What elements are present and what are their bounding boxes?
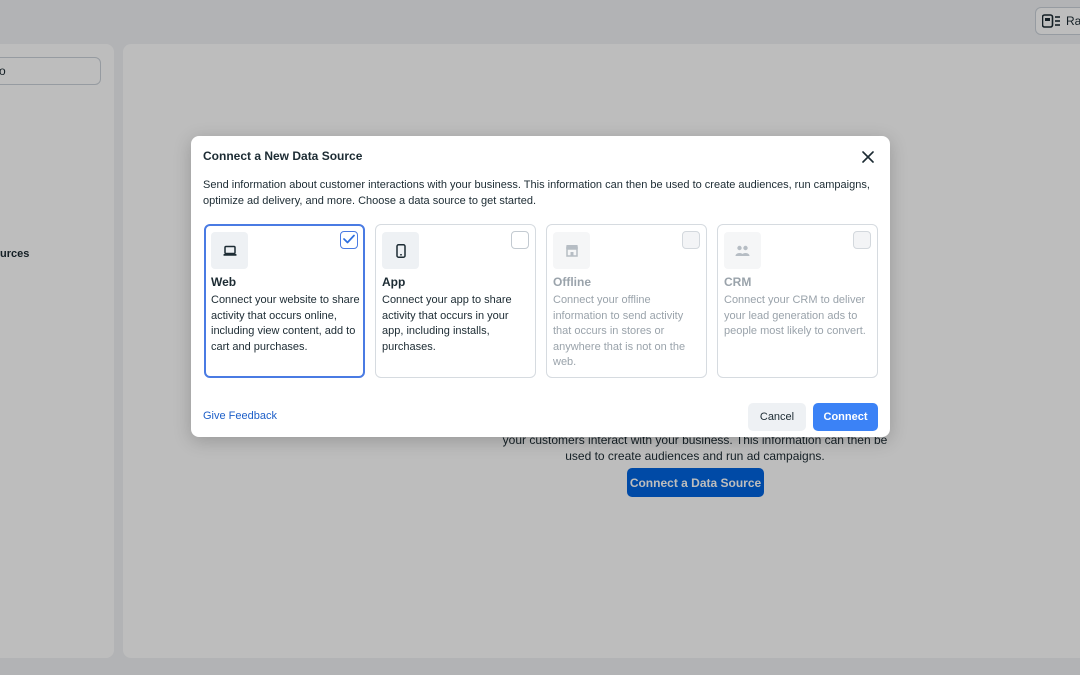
give-feedback-link[interactable]: Give Feedback [203, 410, 277, 422]
connect-data-source-dialog: Connect a New Data Source Send informati… [191, 136, 890, 437]
close-icon[interactable] [859, 148, 877, 166]
source-description: Connect your CRM to deliver your lead ge… [724, 294, 866, 337]
source-title: Web [211, 275, 237, 289]
source-card-crm[interactable]: CRM Connect your CRM to deliver your lea… [717, 224, 878, 378]
source-description: Connect your offline information to send… [553, 294, 686, 368]
source-description: Connect your website to share activity t… [211, 294, 360, 353]
source-title: App [382, 275, 406, 289]
dialog-description: Send information about customer interact… [203, 179, 870, 207]
source-title: CRM [724, 275, 752, 289]
people-icon [724, 232, 761, 269]
store-icon [553, 232, 590, 269]
laptop-icon [211, 232, 248, 269]
checkmark-icon [343, 231, 355, 249]
source-card-web[interactable]: Web Connect your website to share activi… [204, 224, 365, 378]
dialog-title: Connect a New Data Source [203, 149, 363, 163]
source-checkbox-web[interactable] [340, 231, 358, 249]
source-title: Offline [553, 275, 591, 289]
source-checkbox-app[interactable] [511, 231, 529, 249]
cancel-button[interactable]: Cancel [748, 403, 806, 431]
source-card-offline[interactable]: Offline Connect your offline information… [546, 224, 707, 378]
source-description: Connect your app to share activity that … [382, 294, 512, 353]
phone-icon [382, 232, 419, 269]
connect-button[interactable]: Connect [813, 403, 878, 431]
source-card-app[interactable]: App Connect your app to share activity t… [375, 224, 536, 378]
source-checkbox-offline[interactable] [682, 231, 700, 249]
source-checkbox-crm[interactable] [853, 231, 871, 249]
